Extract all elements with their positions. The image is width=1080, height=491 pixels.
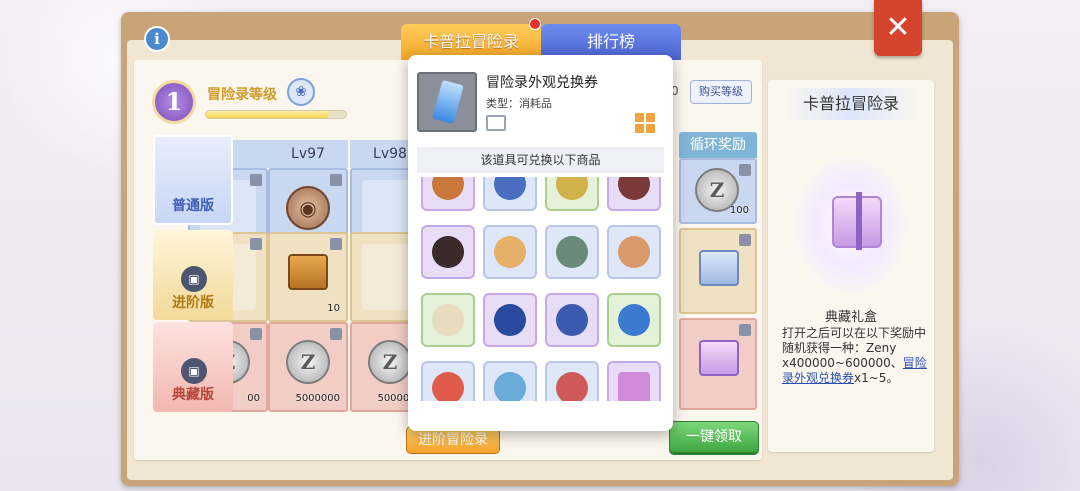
popup-subtitle: 该道具可兑换以下商品 xyxy=(417,147,664,173)
lock-icon xyxy=(739,234,751,246)
exchange-item[interactable] xyxy=(607,177,661,211)
item-thumb xyxy=(556,177,588,200)
popup-item-name: 冒险录外观兑换券 xyxy=(486,75,598,91)
exchange-item[interactable] xyxy=(421,225,475,279)
level-progress-bar xyxy=(205,110,347,119)
gift-box-icon xyxy=(699,250,739,286)
exchange-item[interactable] xyxy=(483,293,537,347)
treasure-box-icon xyxy=(288,254,328,290)
desc-suffix: x1~5。 xyxy=(854,371,899,385)
gift-box-icon xyxy=(699,340,739,376)
exchange-ticket-icon xyxy=(417,72,477,132)
version-advanced[interactable]: ▣ 进阶版 xyxy=(153,230,233,320)
lock-icon xyxy=(250,328,262,340)
cycle-reward-cell[interactable] xyxy=(679,318,757,410)
exchange-item[interactable] xyxy=(483,225,537,279)
detail-description: 打开之后可以在以下奖励中随机获得一种：Zeny x400000~600000、冒… xyxy=(782,326,928,386)
reward-qty: 10 xyxy=(327,303,340,314)
item-thumb xyxy=(618,236,650,268)
exchange-item[interactable] xyxy=(545,361,599,401)
popup-item-type: 类型：消耗品 xyxy=(486,97,552,110)
lock-icon xyxy=(250,238,262,250)
consumable-icon xyxy=(486,115,506,131)
item-thumb xyxy=(494,236,526,268)
lock-icon xyxy=(330,328,342,340)
item-thumb xyxy=(556,236,588,268)
item-thumb xyxy=(432,177,464,200)
cycle-reward-cell[interactable]: Z 100 xyxy=(679,158,757,224)
item-thumb xyxy=(556,372,588,401)
item-thumb xyxy=(556,304,588,336)
collector-gift-box-icon xyxy=(832,192,882,250)
exchange-item[interactable] xyxy=(545,293,599,347)
exchange-item[interactable] xyxy=(421,293,475,347)
reward-qty: 00 xyxy=(247,393,260,404)
exchange-item[interactable] xyxy=(607,293,661,347)
lock-icon xyxy=(330,174,342,186)
lock-icon xyxy=(739,324,751,336)
item-thumb xyxy=(432,236,464,268)
version-normal-label: 普通版 xyxy=(172,198,214,214)
detail-title: 卡普拉冒险录 xyxy=(780,88,922,120)
exchange-item[interactable] xyxy=(607,225,661,279)
item-thumb xyxy=(494,304,526,336)
cycle-reward-header: 循环奖励 xyxy=(679,132,757,158)
ticket-graphic xyxy=(432,79,464,125)
reward-qty: 5000000 xyxy=(295,393,340,404)
zeny-coin-icon: Z xyxy=(286,340,330,384)
item-thumb xyxy=(432,304,464,336)
item-thumb xyxy=(618,304,650,336)
exchange-item[interactable] xyxy=(607,361,661,401)
item-thumb xyxy=(494,177,526,200)
lock-icon: ▣ xyxy=(181,266,207,292)
reward-cell[interactable]: Z 5000000 xyxy=(268,322,348,412)
buy-level-button[interactable]: 购买等级 xyxy=(690,80,752,104)
exchange-item[interactable] xyxy=(545,225,599,279)
exchange-item[interactable] xyxy=(483,177,537,211)
exchangeable-items-list[interactable] xyxy=(417,177,664,401)
cycle-reward-cell[interactable] xyxy=(679,228,757,314)
notification-dot xyxy=(529,18,541,30)
item-thumb xyxy=(432,372,464,401)
zeny-coin-icon: Z xyxy=(368,340,412,384)
detail-item-name: 典藏礼盒 xyxy=(824,310,877,325)
ribbon-icon[interactable]: ❀ xyxy=(287,78,315,106)
exchange-item[interactable] xyxy=(545,177,599,211)
version-collector-label: 典藏版 xyxy=(172,387,214,403)
level-badge: 1 xyxy=(152,80,196,124)
close-button[interactable]: ✕ xyxy=(874,0,922,56)
scroll-fade xyxy=(417,401,664,421)
claim-all-button[interactable]: 一键领取 xyxy=(669,421,759,453)
version-collector[interactable]: ▣ 典藏版 xyxy=(153,322,233,412)
lock-icon xyxy=(250,174,262,186)
version-normal[interactable]: 普通版 xyxy=(153,135,233,225)
lock-icon xyxy=(739,164,751,176)
item-tooltip-popup: 冒险录外观兑换券 类型：消耗品 该道具可兑换以下商品 xyxy=(408,55,673,431)
bronze-coin-icon: ◉ xyxy=(286,186,330,230)
reward-cell[interactable]: 10 xyxy=(268,232,348,322)
item-thumb xyxy=(618,177,650,200)
version-advanced-label: 进阶版 xyxy=(172,295,214,311)
gift-ribbon xyxy=(856,192,862,250)
exchange-item[interactable] xyxy=(421,177,475,211)
grid-view-icon[interactable] xyxy=(635,113,655,133)
level-progress-fill xyxy=(206,111,330,118)
cycle-qty: 100 xyxy=(729,205,749,216)
level-label: 冒险录等级 xyxy=(207,87,277,103)
column-header: Lv97 xyxy=(268,140,348,168)
lock-icon xyxy=(330,238,342,250)
exchange-item[interactable] xyxy=(483,361,537,401)
item-thumb xyxy=(618,372,650,401)
lock-icon: ▣ xyxy=(181,358,207,384)
item-thumb xyxy=(494,372,526,401)
exchange-item[interactable] xyxy=(421,361,475,401)
info-icon[interactable]: i xyxy=(144,26,170,52)
